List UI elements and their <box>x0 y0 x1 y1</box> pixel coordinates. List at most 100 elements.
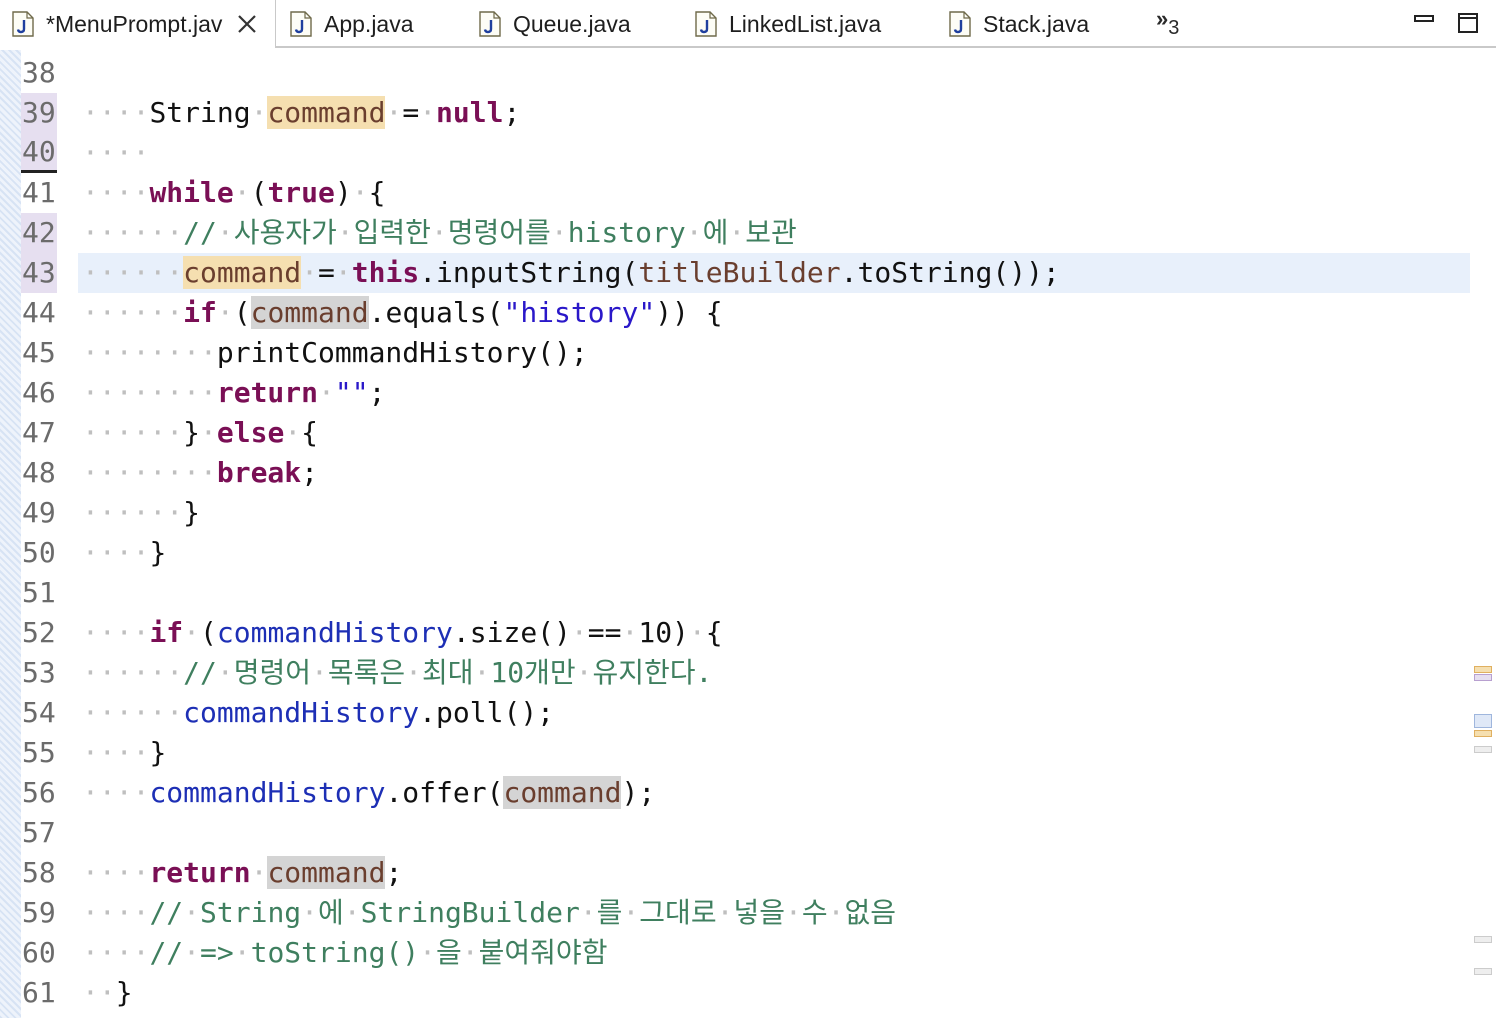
whitespace-marker: ···· <box>82 856 150 889</box>
line-number: 45 <box>22 336 56 369</box>
code-line[interactable]: ········break; <box>82 453 1470 493</box>
code-line[interactable]: ····} <box>82 733 1470 773</box>
code-token: "history" <box>503 296 656 329</box>
tab-overflow-button[interactable]: » 3 <box>1156 6 1179 39</box>
whitespace-marker: · <box>419 936 437 969</box>
comment-token: 수 <box>801 896 828 929</box>
line-number: 58 <box>22 856 56 889</box>
line-number: 53 <box>22 656 56 689</box>
whitespace-marker: · <box>183 936 201 969</box>
whitespace-marker: · <box>550 216 568 249</box>
code-token: .inputString( <box>419 256 639 289</box>
whitespace-marker: · <box>284 416 302 449</box>
code-line[interactable]: ····//·String·에·StringBuilder·를·그대로·넣을·수… <box>82 893 1470 933</box>
code-line[interactable]: ····String·command·=·null; <box>82 93 1470 133</box>
whitespace-marker: · <box>827 896 845 929</box>
whitespace-marker: · <box>183 616 201 649</box>
code-editor[interactable]: 38 39 40 41 42 43 44 45 46 47 48 49 50 51 52 53 54 55 56 57… <box>0 50 1496 1018</box>
code-line[interactable] <box>82 53 1470 93</box>
editor-tab-bar: *MenuPrompt.jav App.java Queue.java Link… <box>0 0 1496 50</box>
comment-token: 에 <box>318 896 344 929</box>
code-token: == <box>587 616 622 649</box>
code-token: ; <box>503 96 521 129</box>
line-number: 41 <box>22 176 56 209</box>
code-area[interactable]: ····String·command·=·null; ···· ····while·… <box>78 50 1470 1018</box>
code-line[interactable]: ······} <box>82 493 1470 533</box>
line-number: 42 <box>21 213 57 253</box>
code-token: ; <box>385 856 403 889</box>
code-token: if <box>183 296 217 329</box>
code-token: printCommandHistory(); <box>216 336 588 369</box>
comment-token: 목록은 <box>327 656 406 689</box>
whitespace-marker: · <box>336 216 354 249</box>
occurrence-marker[interactable] <box>1474 746 1492 753</box>
code-line[interactable]: ····while·(true)·{ <box>82 173 1470 213</box>
tab-linkedlist[interactable]: LinkedList.java <box>695 0 881 48</box>
line-number: 46 <box>22 376 56 409</box>
code-token: break <box>216 456 302 489</box>
whitespace-marker: · <box>250 96 268 129</box>
occurrence-marker[interactable] <box>1474 936 1492 943</box>
annotation-ruler <box>0 50 21 1018</box>
code-line[interactable]: ····//·=>·toString()·을·붙여줘야함 <box>82 933 1470 973</box>
comment-token: String <box>200 896 302 929</box>
code-line[interactable]: ····commandHistory.offer(command); <box>82 773 1470 813</box>
code-line[interactable]: ····return·command; <box>82 853 1470 893</box>
whitespace-marker: · <box>343 896 361 929</box>
whitespace-marker: · <box>216 296 234 329</box>
tab-menuprompt[interactable]: *MenuPrompt.jav <box>0 0 276 50</box>
occurrence-marker[interactable] <box>1474 714 1492 728</box>
tab-app[interactable]: App.java <box>290 0 414 48</box>
line-number: 51 <box>22 576 56 609</box>
whitespace-marker: · <box>716 896 734 929</box>
minimize-icon[interactable] <box>1413 12 1435 34</box>
code-token: ( <box>233 296 251 329</box>
code-line[interactable]: ········return·""; <box>82 373 1470 413</box>
whitespace-marker: · <box>183 896 201 929</box>
code-line[interactable]: ····} <box>82 533 1470 573</box>
tab-stack[interactable]: Stack.java <box>949 0 1089 48</box>
code-line[interactable]: ······//·명령어·목록은·최대·10개만·유지한다. <box>82 653 1470 693</box>
code-token: } <box>115 976 133 1009</box>
line-number: 39 <box>21 93 57 133</box>
comment-token: 붙여줘야함 <box>478 936 608 969</box>
current-code-line[interactable]: ······command·=·this.inputString(titleBu… <box>78 253 1470 293</box>
occurrence-marker[interactable] <box>1474 730 1492 737</box>
code-line[interactable]: ···· <box>82 133 1470 173</box>
code-token: ; <box>301 456 319 489</box>
close-icon[interactable] <box>236 13 258 35</box>
code-token: = <box>318 256 335 289</box>
whitespace-marker: · <box>728 216 746 249</box>
whitespace-marker: · <box>575 656 593 689</box>
occurrence-marker[interactable] <box>1474 968 1492 975</box>
code-line[interactable]: ··} <box>82 973 1470 1013</box>
code-line[interactable]: ······//·사용자가·입력한·명령어를·history·에·보관 <box>82 213 1470 253</box>
code-line[interactable] <box>82 573 1470 613</box>
code-line[interactable]: ····if·(commandHistory.size()·==·10)·{ <box>82 613 1470 653</box>
whitespace-marker: · <box>385 96 403 129</box>
overview-ruler[interactable] <box>1470 50 1496 1018</box>
code-token: .poll(); <box>419 696 555 729</box>
code-token: "" <box>334 376 369 409</box>
maximize-icon[interactable] <box>1457 12 1479 34</box>
comment-token: StringBuilder <box>360 896 580 929</box>
tab-label: Queue.java <box>513 10 631 37</box>
line-number: 38 <box>22 56 56 89</box>
code-line[interactable] <box>82 813 1470 853</box>
code-token: .toString()); <box>840 256 1060 289</box>
line-number: 55 <box>22 736 56 769</box>
occurrence-marker[interactable] <box>1474 666 1492 673</box>
code-token: .offer( <box>385 776 504 809</box>
code-line[interactable]: ······commandHistory.poll(); <box>82 693 1470 733</box>
line-number: 50 <box>22 536 56 569</box>
code-line[interactable]: ······}·else·{ <box>82 413 1470 453</box>
occurrence-marker[interactable] <box>1474 674 1492 681</box>
line-number: 47 <box>22 416 56 449</box>
whitespace-marker: · <box>784 896 802 929</box>
tab-queue[interactable]: Queue.java <box>479 0 631 48</box>
code-line[interactable]: ········printCommandHistory(); <box>82 333 1470 373</box>
whitespace-marker: · <box>622 896 640 929</box>
whitespace-marker: ······ <box>82 496 184 529</box>
whitespace-marker: · <box>419 96 437 129</box>
code-line[interactable]: ······if·(command.equals("history")) { <box>82 293 1470 333</box>
